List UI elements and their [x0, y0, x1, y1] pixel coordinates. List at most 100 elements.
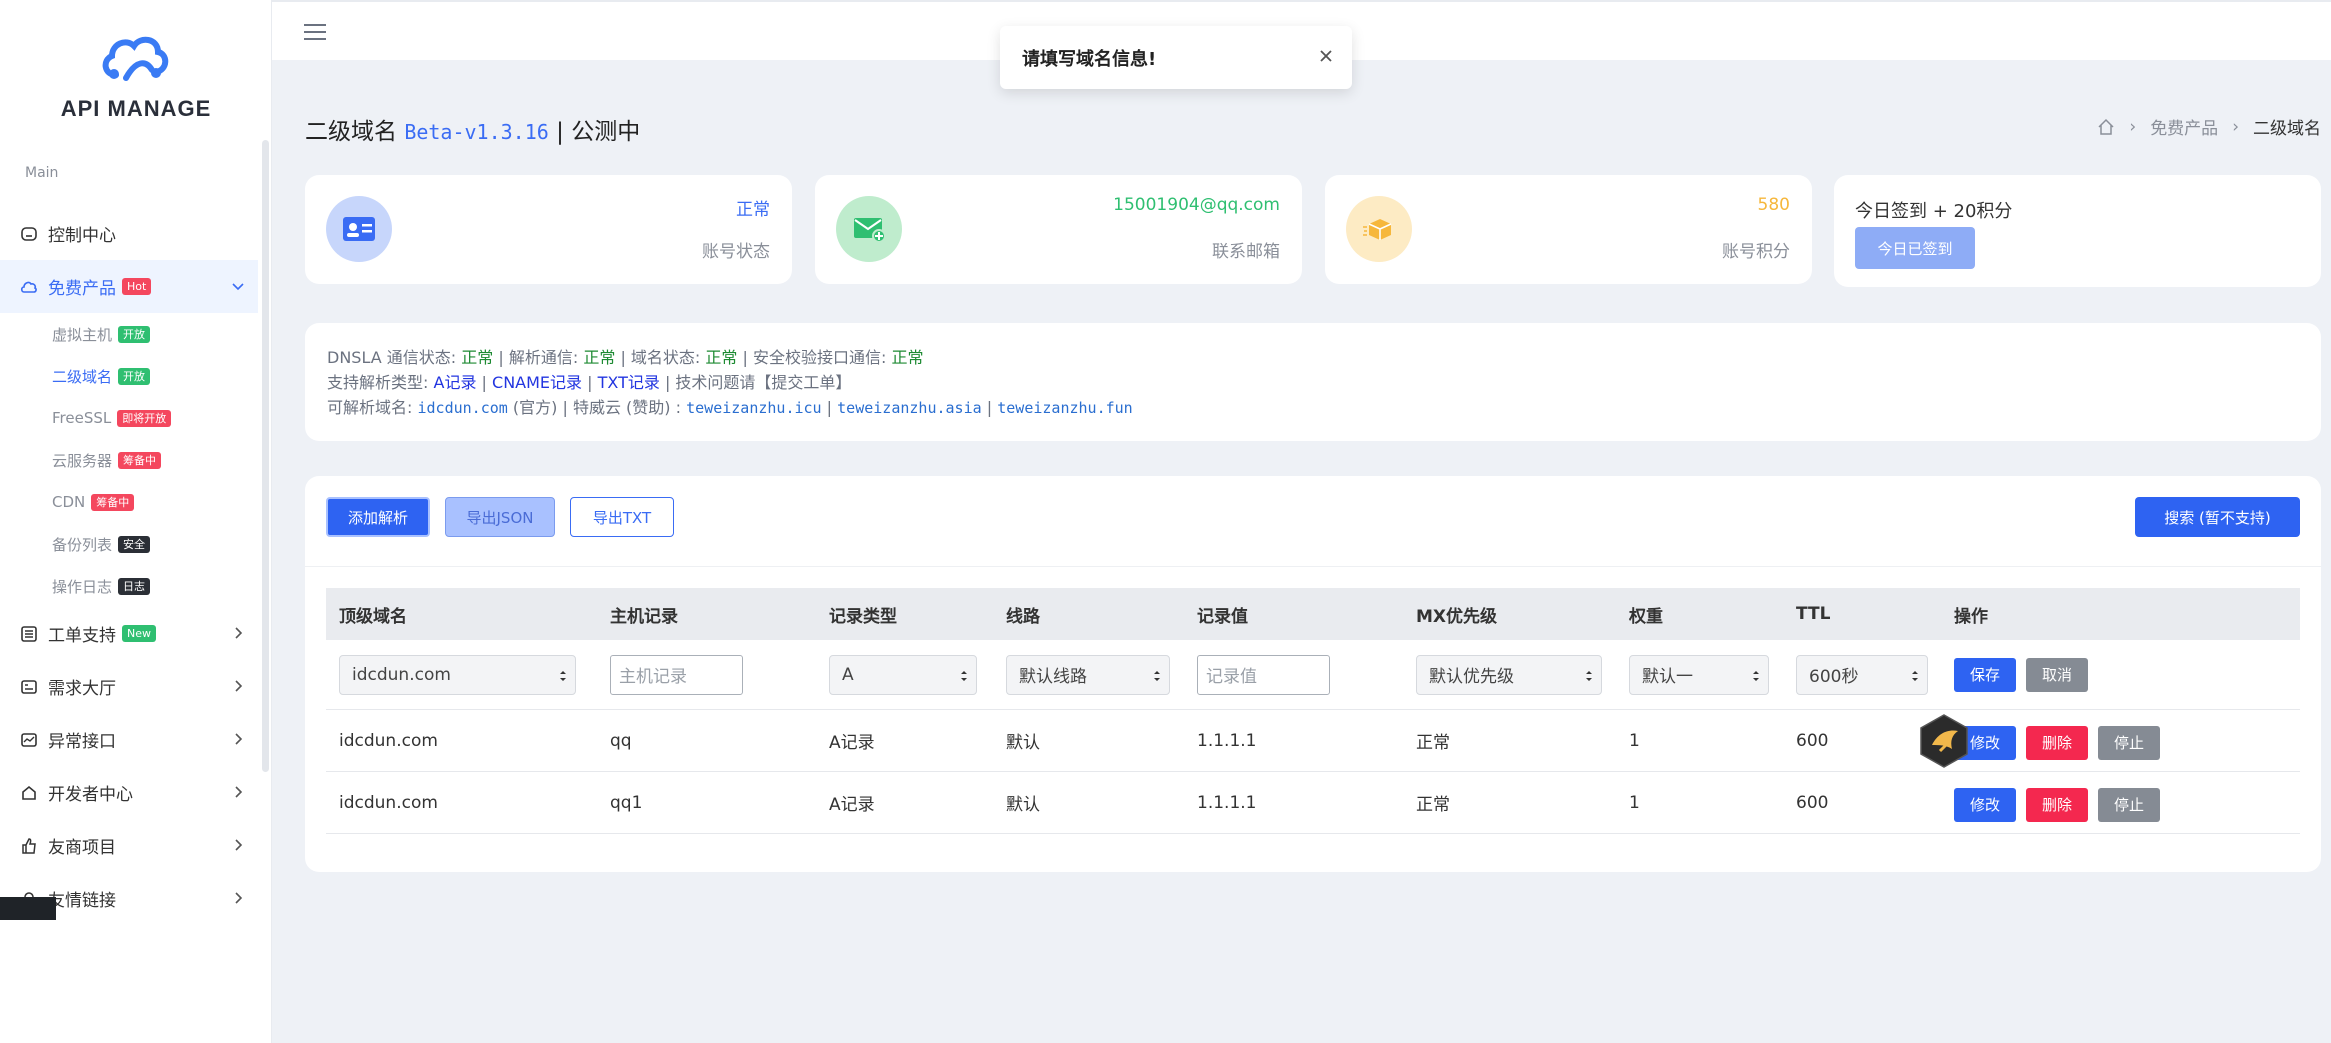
- breadcrumb-current: 二级域名: [2253, 119, 2321, 139]
- email-card: 15001904@qq.com 联系邮箱: [815, 175, 1302, 284]
- sidebar-subitem-freessl[interactable]: FreeSSL 即将开放: [0, 397, 258, 439]
- sidebar-item-requirements[interactable]: 需求大厅: [0, 660, 258, 713]
- column-header: 操作: [1954, 606, 1988, 627]
- sign-in-button[interactable]: 今日已签到: [1855, 227, 1975, 269]
- select-arrows-icon: [1154, 670, 1160, 681]
- domain-link[interactable]: teweizanzhu.fun: [997, 399, 1132, 417]
- status-badge: 安全: [118, 535, 151, 553]
- status-text: 公测中: [571, 119, 641, 145]
- subitem-label: 虚拟主机: [52, 325, 113, 344]
- subitem-label: 备份列表: [52, 535, 113, 554]
- sidebar-scrollbar[interactable]: [262, 140, 269, 772]
- status-badge: 日志: [118, 577, 151, 595]
- sidebar-item-exception-api[interactable]: 异常接口: [0, 713, 258, 766]
- domain-select[interactable]: idcdun.com: [339, 654, 576, 695]
- sidebar-item-label: 需求大厅: [48, 679, 116, 699]
- sidebar-item-developer[interactable]: 开发者中心: [0, 766, 258, 819]
- record-value-input[interactable]: 记录值: [1197, 654, 1330, 695]
- sidebar-item-free-products[interactable]: 免费产品 Hot: [0, 260, 258, 313]
- sidebar-item-label: 友情链接: [48, 891, 116, 911]
- record-type-link[interactable]: A记录: [434, 373, 477, 392]
- stop-button[interactable]: 停止: [2098, 725, 2161, 760]
- chevron-right-icon: [235, 680, 243, 692]
- delete-button[interactable]: 删除: [2026, 725, 2089, 760]
- record-type-link[interactable]: CNAME记录: [492, 373, 582, 392]
- column-header: 主机记录: [610, 606, 678, 627]
- cell-line: 默认: [1006, 733, 1040, 753]
- stat-value: 15001904@qq.com: [1113, 195, 1280, 215]
- menu-toggle-icon[interactable]: [304, 24, 326, 40]
- save-button[interactable]: 保存: [1954, 657, 2017, 692]
- mail-icon: [836, 196, 902, 262]
- sidebar-item-tickets[interactable]: 工单支持 New: [0, 607, 258, 660]
- records-table: 顶级域名 主机记录 记录类型 线路 记录值 MX优先级 权重 TTL 操作 id…: [326, 588, 2300, 834]
- stat-label: 账号积分: [1722, 242, 1790, 262]
- cell-weight: 1: [1629, 730, 1640, 751]
- record-type-link[interactable]: TXT记录: [598, 373, 660, 392]
- title-separator: |: [556, 119, 564, 145]
- submit-ticket-link[interactable]: | 技术问题请【提交工单】: [665, 373, 851, 392]
- status-ok: 正常: [705, 348, 738, 367]
- export-txt-button[interactable]: 导出TXT: [570, 497, 674, 537]
- chart-icon: [20, 731, 38, 749]
- title-text: 二级域名: [305, 119, 397, 145]
- subitem-label: 操作日志: [52, 577, 113, 596]
- stat-value: 580: [1757, 195, 1790, 215]
- breadcrumb-parent[interactable]: 免费产品: [2150, 114, 2218, 139]
- chevron-right-icon: ›: [2129, 116, 2137, 137]
- domain-link[interactable]: teweizanzhu.icu: [686, 399, 821, 417]
- close-icon[interactable]: [1318, 48, 1334, 64]
- developer-icon: [20, 784, 38, 802]
- cell-domain: idcdun.com: [339, 730, 438, 751]
- domain-link[interactable]: idcdun.com: [418, 399, 508, 417]
- host-record-input[interactable]: 主机记录: [610, 654, 743, 695]
- cell-value: 1.1.1.1: [1197, 730, 1257, 751]
- subitem-label: 云服务器: [52, 451, 113, 470]
- sidebar-item-dashboard[interactable]: 控制中心: [0, 207, 258, 260]
- page-title: 二级域名 Beta-v1.3.16 | 公测中: [305, 112, 640, 146]
- list-icon: [20, 678, 38, 696]
- select-arrows-icon: [1586, 670, 1592, 681]
- sidebar-subitem-logs[interactable]: 操作日志 日志: [0, 565, 258, 607]
- select-value: 600秒: [1809, 667, 1859, 687]
- ttl-select[interactable]: 600秒: [1796, 654, 1928, 695]
- cell-host: qq: [610, 730, 632, 751]
- weight-select[interactable]: 默认一: [1629, 654, 1769, 695]
- delete-button[interactable]: 删除: [2026, 787, 2089, 822]
- line-select[interactable]: 默认线路: [1006, 654, 1170, 695]
- chevron-right-icon: ›: [2232, 116, 2239, 137]
- export-json-button[interactable]: 导出JSON: [445, 497, 555, 537]
- stat-label: 联系邮箱: [1212, 242, 1280, 262]
- breadcrumb: › 免费产品 › 二级域名: [2097, 114, 2321, 139]
- chevron-right-icon: [235, 733, 243, 745]
- types-line: 支持解析类型: A记录 | CNAME记录 | TXT记录 | 技术问题请【提交…: [327, 370, 2321, 395]
- select-value: 默认线路: [1019, 667, 1087, 687]
- home-icon[interactable]: [2097, 118, 2115, 136]
- search-button[interactable]: 搜索 (暂不支持): [2135, 497, 2300, 537]
- chevron-right-icon: [235, 892, 243, 904]
- service-info-card: DNSLA 通信状态: 正常 | 解析通信: 正常 | 域名状态: 正常 | 安…: [305, 323, 2321, 441]
- sidebar-nav: 控制中心 免费产品 Hot 虚拟主机 开放 二级域名 开放 FreeSSL 即将…: [0, 207, 258, 925]
- assistant-avatar-icon[interactable]: [1918, 713, 1970, 769]
- mx-priority-select[interactable]: 默认优先级: [1416, 654, 1602, 695]
- info-text: DNSLA 通信状态:: [327, 348, 457, 367]
- stop-button[interactable]: 停止: [2098, 787, 2161, 822]
- package-icon: [1346, 196, 1412, 262]
- sidebar-item-partners[interactable]: 友商项目: [0, 819, 258, 872]
- sidebar-subitem-subdomain[interactable]: 二级域名 开放: [0, 355, 258, 397]
- sidebar-subitem-vhost[interactable]: 虚拟主机 开放: [0, 313, 258, 355]
- cell-weight: 1: [1629, 792, 1640, 813]
- info-text: | 域名状态:: [620, 348, 701, 367]
- edit-button[interactable]: 修改: [1954, 787, 2017, 822]
- record-type-select[interactable]: A: [829, 654, 977, 695]
- sidebar-subitem-backup[interactable]: 备份列表 安全: [0, 523, 258, 565]
- add-record-button[interactable]: 添加解析: [326, 497, 430, 537]
- sidebar-subitem-cloud-server[interactable]: 云服务器 筹备中: [0, 439, 258, 481]
- cancel-button[interactable]: 取消: [2026, 657, 2089, 692]
- sidebar-item-label: 免费产品: [48, 279, 116, 299]
- divider: [305, 566, 2321, 567]
- domain-link[interactable]: teweizanzhu.asia: [837, 399, 982, 417]
- logo[interactable]: API MANAGE: [0, 30, 272, 122]
- sidebar-subitem-cdn[interactable]: CDN 筹备中: [0, 481, 258, 523]
- separator: |: [986, 398, 993, 417]
